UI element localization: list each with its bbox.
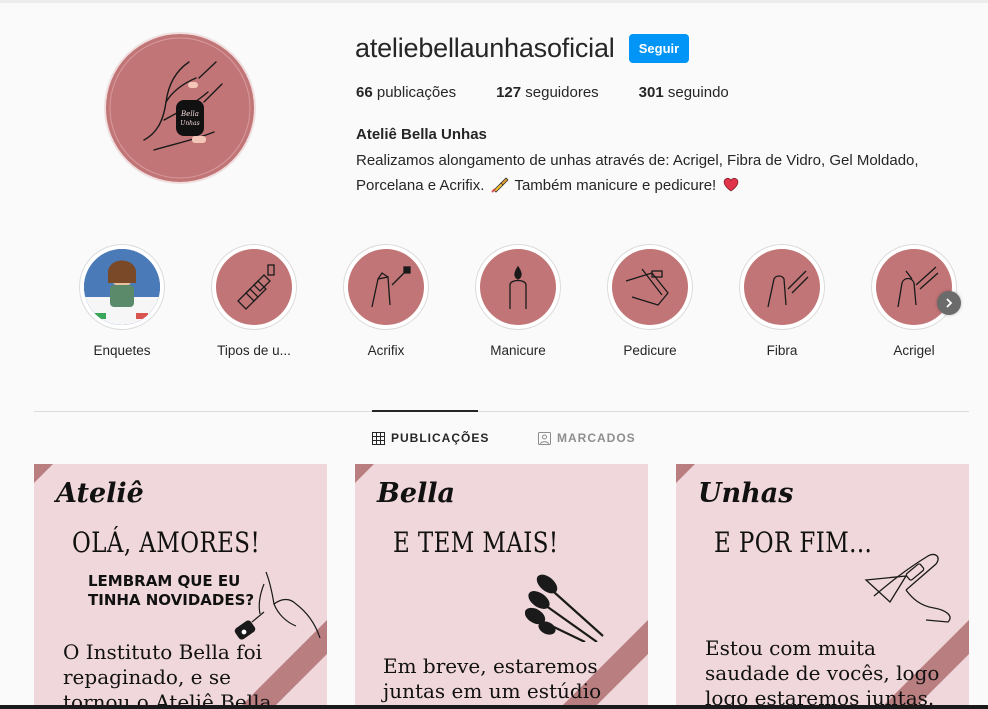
active-tab-indicator <box>372 410 478 412</box>
post-body-line: saudade de vocês, logo <box>705 661 940 685</box>
highlight-cover <box>343 244 429 330</box>
highlight-label: Acrifix <box>367 343 405 358</box>
highlight-image-pedicure <box>612 249 688 325</box>
tagged-icon <box>538 431 551 445</box>
heart-icon <box>724 177 739 192</box>
post-body: Estou com muita saudade de vocês, logo l… <box>705 636 939 709</box>
highlight-image-tipos <box>216 249 292 325</box>
posts-count: 66 <box>356 84 373 101</box>
highlight-tipos[interactable]: Tipos de u... <box>210 244 298 358</box>
post-body-line: juntas em um estúdio <box>383 679 602 703</box>
highlight-acrifix[interactable]: Acrifix <box>342 244 430 358</box>
chevron-right-icon[interactable] <box>937 291 961 315</box>
profile-bio: Realizamos alongamento de unhas através … <box>356 148 966 198</box>
highlight-label: Enquetes <box>93 343 151 358</box>
post-script-title: Unhas <box>698 478 794 509</box>
profile-username: ateliebellaunhasoficial <box>355 33 615 63</box>
post-body-line: repaginado, e se <box>63 665 231 689</box>
posts-stat[interactable]: 66 publicações <box>356 84 456 101</box>
svg-text:Bella: Bella <box>180 110 199 118</box>
highlight-image-acrigel <box>876 249 952 325</box>
bottom-edge <box>0 705 988 709</box>
svg-text:Unhas: Unhas <box>180 120 199 127</box>
highlight-cover <box>79 244 165 330</box>
bio-line-2a: Porcelana e Acrifix. <box>356 177 489 194</box>
grid-icon <box>372 431 385 445</box>
avatar-image: Bella Unhas <box>104 32 256 184</box>
tabs-divider <box>34 411 969 412</box>
foot-illustration <box>864 553 951 623</box>
highlight-image-enquetes <box>84 249 160 325</box>
tab-marcados-label: MARCADOS <box>557 431 636 445</box>
highlight-label: Manicure <box>490 343 546 358</box>
post-headline: OLÁ, AMORES! <box>72 526 261 559</box>
highlight-pedicure[interactable]: Pedicure <box>606 244 694 358</box>
highlight-cover <box>475 244 561 330</box>
highlight-label: Fibra <box>766 343 798 358</box>
post-body-line: Em breve, estaremos <box>383 654 598 678</box>
post-body-line: Estou com muita <box>705 636 876 660</box>
highlight-cover <box>211 244 297 330</box>
highlight-image-fibra <box>744 249 820 325</box>
bio-line-1: Realizamos alongamento de unhas através … <box>356 152 919 169</box>
post-script-title: Ateliê <box>56 478 144 509</box>
bio-line-2b: Também manicure e pedicure! <box>510 177 721 194</box>
follow-button[interactable]: Seguir <box>629 34 689 63</box>
highlight-manicure[interactable]: Manicure <box>474 244 562 358</box>
followers-stat[interactable]: 127 seguidores <box>496 84 599 101</box>
post-tile[interactable]: Ateliê OLÁ, AMORES! LEMBRAM QUE EU TINHA… <box>34 464 327 709</box>
highlight-cover <box>871 244 957 330</box>
post-body: O Instituto Bella foi repaginado, e se t… <box>63 640 271 709</box>
profile-avatar[interactable]: Bella Unhas <box>104 32 256 184</box>
post-headline: E TEM MAIS! <box>393 526 559 559</box>
post-body: Em breve, estaremos juntas em um estúdio <box>383 654 601 704</box>
highlight-cover <box>739 244 825 330</box>
tab-marcados[interactable]: MARCADOS <box>538 431 636 445</box>
highlight-cover <box>607 244 693 330</box>
followers-count: 127 <box>496 84 522 101</box>
nail-polish-icon <box>490 177 509 193</box>
highlight-enquetes[interactable]: Enquetes <box>78 244 166 358</box>
profile-full-name: Ateliê Bella Unhas <box>356 126 487 143</box>
tab-publicacoes-label: PUBLICAÇÕES <box>391 431 490 445</box>
highlight-fibra[interactable]: Fibra <box>738 244 826 358</box>
post-tile[interactable]: Unhas E POR FIM... Estou com muita sauda… <box>676 464 969 709</box>
profile-stats: 66 publicações 127 seguidores 301 seguin… <box>356 84 769 101</box>
post-tile[interactable]: Bella E TEM MAIS! Em breve, estaremos ju… <box>355 464 648 709</box>
story-highlights: Enquetes Tipos de u... Acrifix Manicure … <box>78 244 958 364</box>
post-headline: E POR FIM... <box>714 526 873 559</box>
post-script-title: Bella <box>377 478 456 509</box>
following-stat[interactable]: 301 seguindo <box>639 84 729 101</box>
highlight-image-manicure <box>480 249 556 325</box>
tab-publicacoes[interactable]: PUBLICAÇÕES <box>372 431 489 445</box>
nails-illustration <box>525 574 604 642</box>
posts-label: publicações <box>372 84 457 101</box>
post-body-line: O Instituto Bella foi <box>63 640 263 664</box>
highlight-label: Acrigel <box>893 343 935 358</box>
highlight-image-acrifix <box>348 249 424 325</box>
followers-label: seguidores <box>521 84 599 101</box>
highlight-label: Pedicure <box>623 343 677 358</box>
top-border <box>0 0 988 3</box>
highlight-label: Tipos de u... <box>217 343 291 358</box>
following-label: seguindo <box>663 84 729 101</box>
following-count: 301 <box>638 84 664 101</box>
